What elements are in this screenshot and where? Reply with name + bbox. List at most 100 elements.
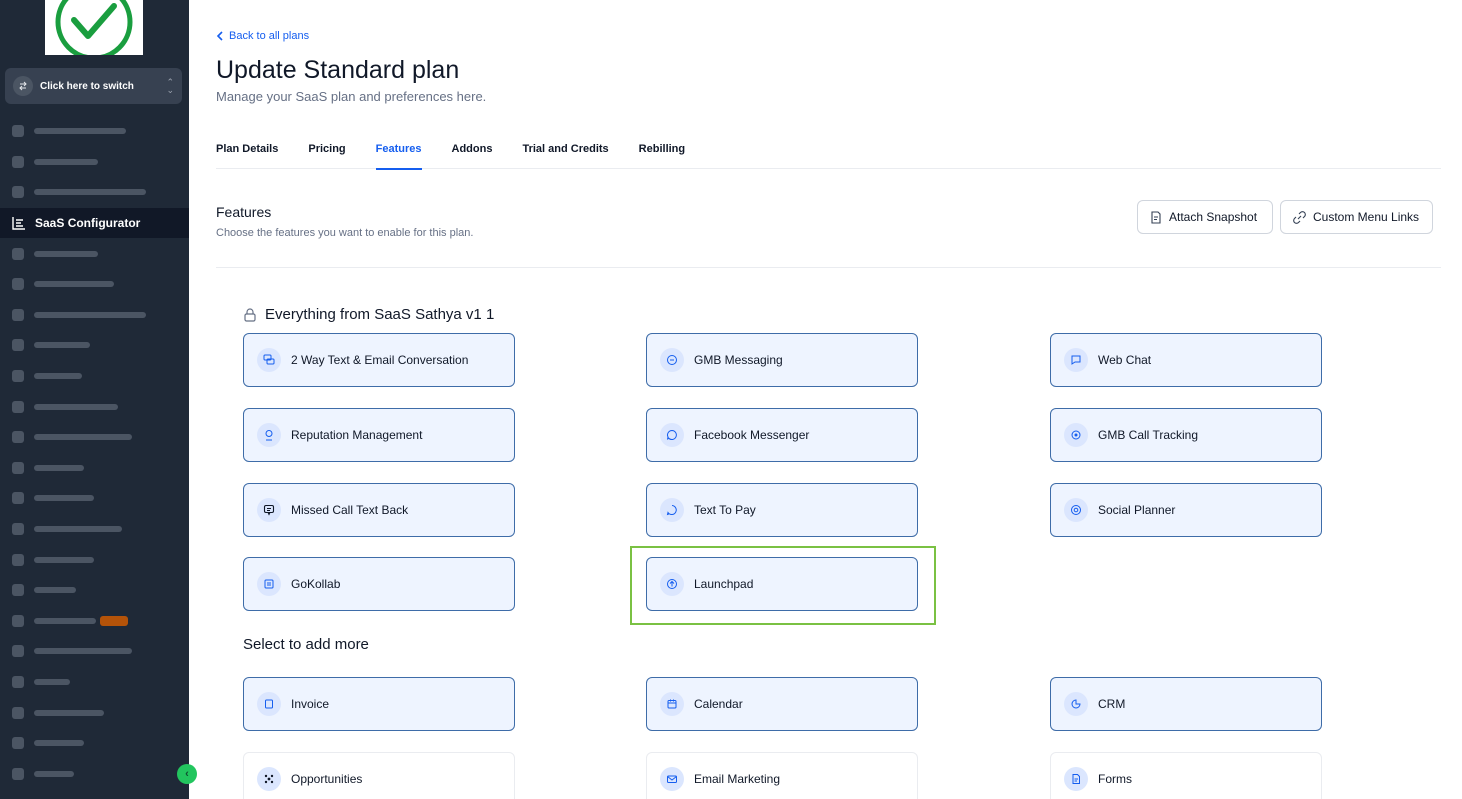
nav-icon	[12, 278, 24, 291]
sidebar-item[interactable]	[0, 728, 189, 759]
more-group-label: Select to add more	[243, 636, 369, 653]
custom-menu-links-label: Custom Menu Links	[1313, 210, 1420, 224]
attach-snapshot-button[interactable]: Attach Snapshot	[1137, 200, 1273, 234]
nav-icon	[12, 400, 24, 413]
highlight-box	[630, 546, 936, 625]
blurred-label	[34, 403, 118, 410]
tab-pricing[interactable]: Pricing	[308, 143, 345, 169]
section-subtitle: Choose the features you want to enable f…	[216, 227, 474, 239]
sidebar-item[interactable]	[0, 667, 189, 698]
tab-addons[interactable]: Addons	[452, 143, 493, 169]
custom-menu-links-button[interactable]: Custom Menu Links	[1280, 200, 1433, 234]
chevron-left-icon: ‹	[185, 768, 189, 780]
feature-card-calendar[interactable]: Calendar	[646, 677, 918, 731]
sidebar-item[interactable]	[0, 544, 189, 575]
feature-card-gmb-call-tracking[interactable]: GMB Call Tracking	[1050, 408, 1322, 462]
sms-icon	[257, 498, 281, 522]
blurred-label	[34, 648, 132, 655]
nav-icon	[12, 614, 24, 627]
feature-card-forms[interactable]: Forms	[1050, 752, 1322, 799]
tab-rebilling[interactable]: Rebilling	[639, 143, 685, 169]
nav-icon	[12, 737, 24, 750]
sidebar-nav: SaaS Configurator	[0, 116, 189, 789]
tab-plan-details[interactable]: Plan Details	[216, 143, 278, 169]
target-icon	[1064, 423, 1088, 447]
page-subtitle: Manage your SaaS plan and preferences he…	[216, 89, 487, 104]
blurred-label	[34, 128, 126, 135]
sidebar-item[interactable]	[0, 330, 189, 361]
tab-features[interactable]: Features	[375, 143, 422, 170]
sidebar-item[interactable]	[0, 575, 189, 606]
nav-icon	[12, 370, 24, 383]
link-icon	[1293, 210, 1306, 224]
feature-label: Forms	[1098, 772, 1132, 786]
configurator-icon	[12, 217, 25, 230]
nav-icon	[12, 125, 24, 138]
nav-icon	[12, 247, 24, 260]
nav-icon	[12, 645, 24, 658]
nav-icon	[12, 492, 24, 505]
sidebar-item[interactable]	[0, 758, 189, 789]
feature-card-gmb-messaging[interactable]: GMB Messaging	[646, 333, 918, 387]
sidebar-item[interactable]	[0, 391, 189, 422]
feature-card-invoice[interactable]: Invoice	[243, 677, 515, 731]
blurred-label	[34, 373, 82, 380]
feature-label: GMB Call Tracking	[1098, 428, 1199, 442]
sidebar-item[interactable]	[0, 636, 189, 667]
sidebar-item[interactable]	[0, 606, 189, 637]
blurred-label	[34, 434, 132, 441]
sidebar-item[interactable]	[0, 177, 189, 208]
blurred-label	[34, 617, 96, 624]
included-group-label: Everything from SaaS Sathya v1 1	[265, 306, 495, 323]
feature-card-facebook-messenger[interactable]: Facebook Messenger	[646, 408, 918, 462]
lock-icon	[244, 307, 256, 322]
feature-card-reputation-management[interactable]: Reputation Management	[243, 408, 515, 462]
feature-label: Missed Call Text Back	[291, 503, 409, 517]
feature-label: Calendar	[694, 697, 743, 711]
feature-card-2-way-text-email[interactable]: 2 Way Text & Email Conversation	[243, 333, 515, 387]
switch-icon	[13, 76, 33, 96]
nav-icon	[12, 767, 24, 780]
nav-icon	[12, 308, 24, 321]
feature-card-opportunities[interactable]: Opportunities	[243, 752, 515, 799]
sidebar-item[interactable]	[0, 238, 189, 269]
nav-icon	[12, 461, 24, 474]
blurred-label	[34, 250, 98, 257]
feature-card-email-marketing[interactable]: Email Marketing	[646, 752, 918, 799]
sidebar-item[interactable]	[0, 116, 189, 147]
nav-icon	[12, 523, 24, 536]
check-circle-icon	[55, 0, 133, 55]
blurred-label	[34, 526, 122, 533]
collapse-sidebar-button[interactable]: ‹	[177, 764, 197, 784]
sidebar-item[interactable]	[0, 483, 189, 514]
account-switcher[interactable]: Click here to switch ⌃ ⌄	[5, 68, 182, 104]
divider	[216, 267, 1441, 268]
calendar-icon	[660, 692, 684, 716]
chevron-left-icon	[216, 31, 223, 41]
sidebar-item[interactable]	[0, 697, 189, 728]
feature-card-missed-call-text-back[interactable]: Missed Call Text Back	[243, 483, 515, 537]
tab-trial-and-credits[interactable]: Trial and Credits	[522, 143, 608, 169]
back-to-plans-link[interactable]: Back to all plans	[216, 30, 309, 42]
payment-chat-icon	[660, 498, 684, 522]
sidebar-item[interactable]	[0, 453, 189, 484]
sidebar-item[interactable]	[0, 147, 189, 178]
blurred-label	[34, 464, 84, 471]
feature-card-gokollab[interactable]: GoKollab	[243, 557, 515, 611]
nav-icon	[12, 339, 24, 352]
sidebar-item[interactable]	[0, 269, 189, 300]
switcher-label: Click here to switch	[40, 80, 134, 92]
nav-icon	[12, 706, 24, 719]
sidebar-item-saas-configurator[interactable]: SaaS Configurator	[0, 207, 189, 239]
feature-card-crm[interactable]: CRM	[1050, 677, 1322, 731]
sidebar-item[interactable]	[0, 514, 189, 545]
feature-label: Invoice	[291, 697, 330, 711]
feature-card-web-chat[interactable]: Web Chat	[1050, 333, 1322, 387]
sidebar-item[interactable]	[0, 422, 189, 453]
nav-icon	[12, 553, 24, 566]
blurred-label	[34, 740, 84, 747]
feature-card-text-to-pay[interactable]: Text To Pay	[646, 483, 918, 537]
sidebar-item[interactable]	[0, 361, 189, 392]
sidebar-item[interactable]	[0, 300, 189, 331]
feature-card-social-planner[interactable]: Social Planner	[1050, 483, 1322, 537]
